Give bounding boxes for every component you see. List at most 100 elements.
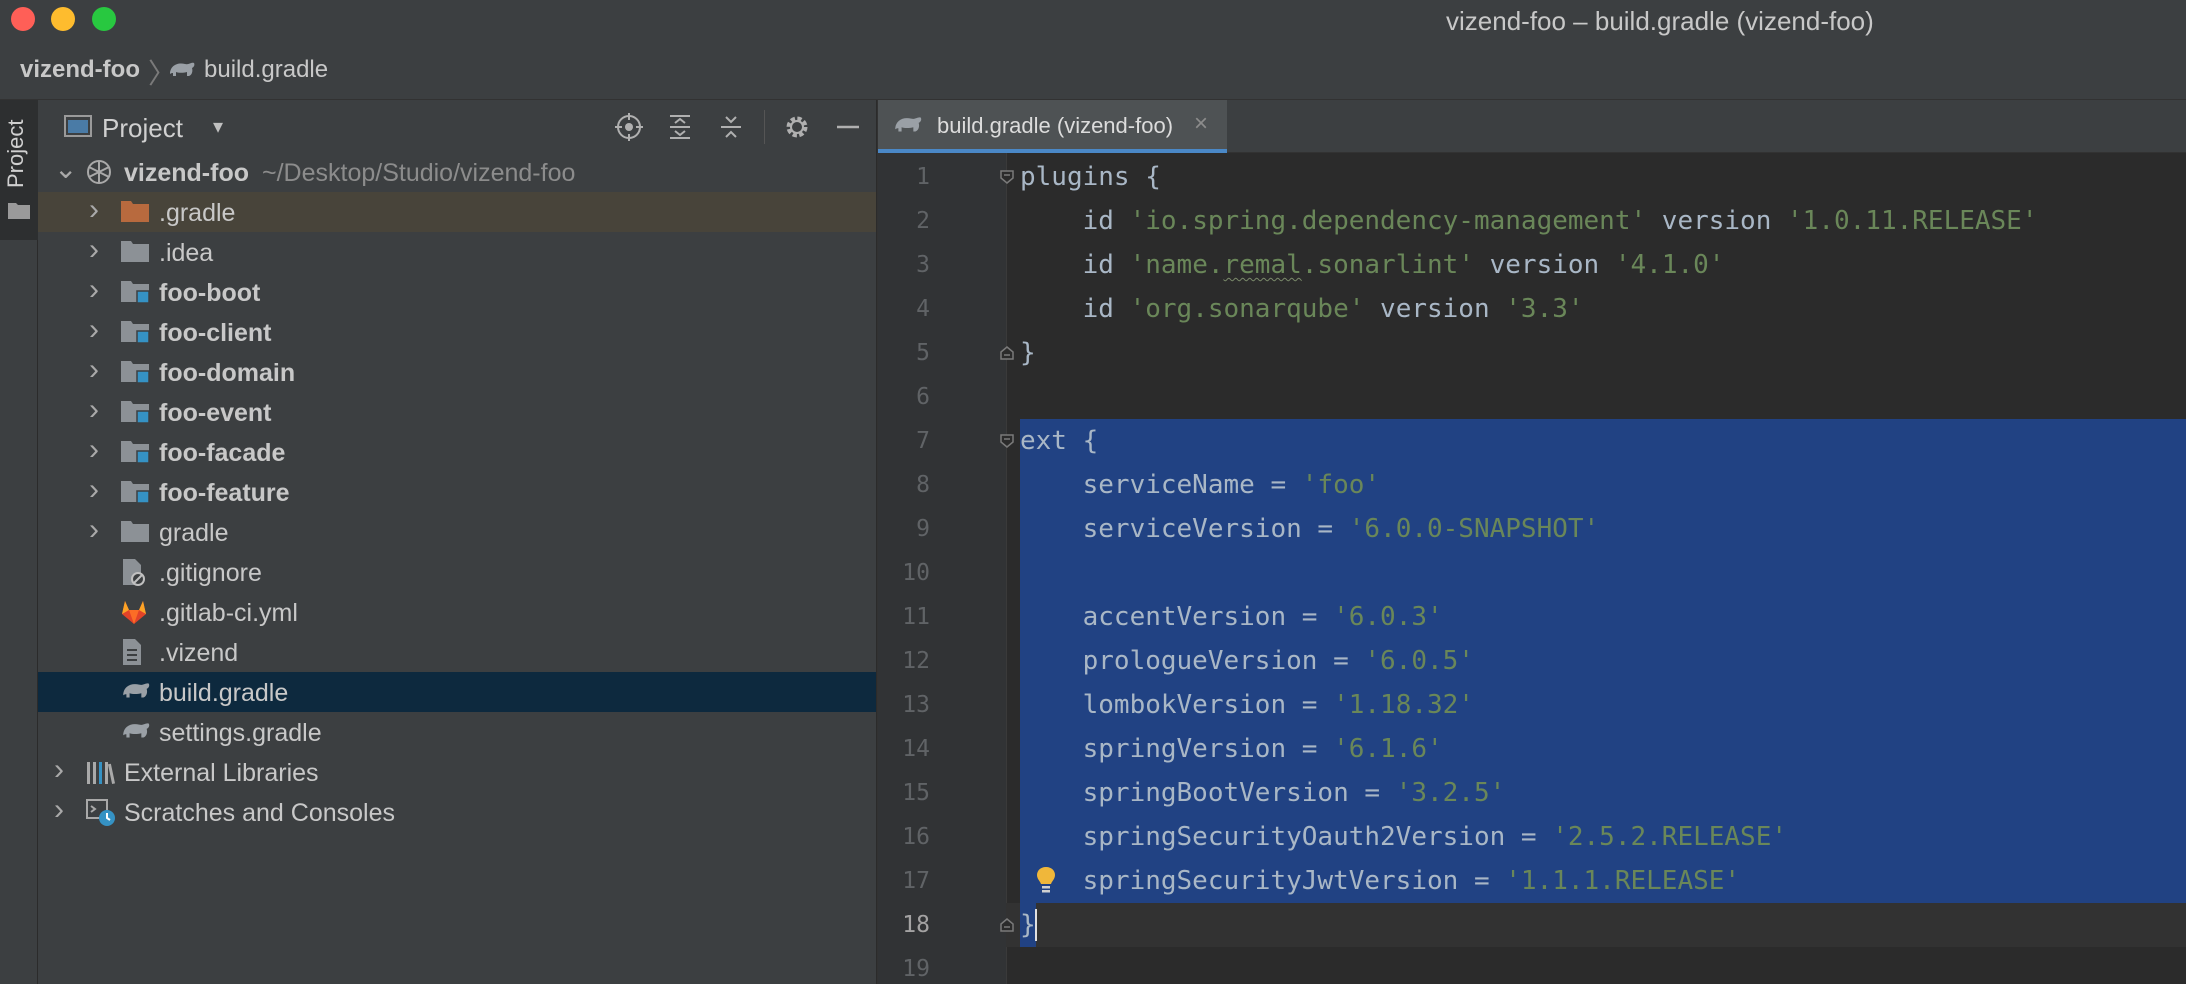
line-number: 9 [916,516,930,542]
code-line: prologueVersion = '6.0.5' [1020,639,1474,683]
code-token: version [1646,206,1788,236]
collapse-all-icon[interactable] [714,110,748,144]
line-number: 2 [916,208,930,234]
expand-all-icon[interactable] [663,110,697,144]
chevron-right-icon[interactable]: › [89,193,99,227]
minimize-window-button[interactable] [51,7,75,31]
folder-icon [120,238,150,269]
chevron-right-icon[interactable]: › [89,513,99,547]
chevron-right-icon[interactable]: › [89,433,99,467]
string-literal: 'foo' [1301,470,1381,500]
tree-item-foo-domain[interactable]: › foo-domain [38,352,876,392]
code-line: lombokVersion = '1.18.32' [1020,683,1474,727]
tree-item-label: foo-feature [159,479,290,507]
code-token: springBootVersion = [1020,778,1396,808]
close-window-button[interactable] [11,7,35,31]
chevron-right-icon[interactable]: › [89,313,99,347]
line-number: 6 [916,384,930,410]
tree-item-scratches-and-consoles[interactable]: › Scratches and Consoles [38,792,876,832]
code-editor[interactable]: plugins { id 'io.spring.dependency-manag… [1006,153,2186,984]
editor-tab-build-gradle[interactable]: build.gradle (vizend-foo) × [878,100,1227,153]
line-number: 19 [902,956,930,982]
line-number: 10 [902,560,930,586]
breadcrumb-project[interactable]: vizend-foo [20,56,140,84]
tree-item-gradle[interactable]: › gradle [38,512,876,552]
module-root-icon [85,158,113,191]
tree-item-build-gradle[interactable]: build.gradle [38,672,876,712]
string-literal: '6.0.5' [1364,646,1474,676]
zoom-window-button[interactable] [92,7,116,31]
project-view-selector[interactable]: Project [102,113,183,144]
code-line: serviceVersion = '6.0.0-SNAPSHOT' [1020,507,1600,551]
tree-item-label: .gradle [159,199,236,227]
tree-item-gitlab-ci-yml[interactable]: .gitlab-ci.yml [38,592,876,632]
chevron-right-icon[interactable]: › [89,393,99,427]
code-line: ext { [1020,419,1098,463]
chevron-right-icon[interactable]: › [89,353,99,387]
tree-item-gitignore[interactable]: .gitignore [38,552,876,592]
lightbulb-icon[interactable] [1035,865,1057,900]
fold-start-icon[interactable] [999,433,1015,449]
code-line: springVersion = '6.1.6' [1020,727,1443,771]
project-tool-tab[interactable]: Project [0,100,38,240]
tree-item-vizend-foo[interactable]: ⌄ vizend-foo ~/Desktop/Studio/vizend-foo [38,152,876,192]
tree-item-gradle[interactable]: › .gradle [38,192,876,232]
chevron-down-icon[interactable]: ▾ [213,114,223,139]
breadcrumb-file[interactable]: build.gradle [204,56,328,84]
selection-highlight [1020,419,2186,463]
code-line: id 'name.remal.sonarlint' version '4.1.0… [1020,243,1725,287]
tree-item-foo-client[interactable]: › foo-client [38,312,876,352]
breadcrumb: vizend-foo 〉 build.gradle [0,38,2186,100]
line-number: 1 [916,164,930,190]
close-icon[interactable]: × [1194,110,1208,138]
module-folder-icon [120,318,150,349]
window-title: vizend-foo – build.gradle (vizend-foo) [1446,6,1874,36]
tree-item-label: .gitlab-ci.yml [159,599,298,627]
line-number: 5 [916,340,930,366]
code-token: prologueVersion = [1020,646,1365,676]
fold-start-icon[interactable] [999,169,1015,185]
gradle-icon [120,678,152,707]
gitlab-icon [120,598,148,631]
line-number: 15 [902,780,930,806]
code-token: id [1020,294,1130,324]
project-view-icon [64,114,92,143]
minimize-icon[interactable] [831,110,865,144]
tree-item-external-libraries[interactable]: › External Libraries [38,752,876,792]
header-divider [764,110,765,144]
tree-item-vizend[interactable]: .vizend [38,632,876,672]
chevron-right-icon[interactable]: › [54,793,64,827]
code-line: accentVersion = '6.0.3' [1020,595,1443,639]
code-line: } [1020,331,1036,375]
chevron-right-icon[interactable]: › [89,233,99,267]
locate-icon[interactable] [612,110,646,144]
code-token: accentVersion = [1020,602,1334,632]
line-number: 18 [902,912,930,938]
tree-item-foo-feature[interactable]: › foo-feature [38,472,876,512]
tree-item-foo-facade[interactable]: › foo-facade [38,432,876,472]
tree-item-label: .idea [159,239,214,267]
code-token: serviceVersion = [1020,514,1349,544]
code-token: id [1020,250,1130,280]
project-panel: Project ▾ ⌄ vizend-foo ~/Desktop/Studio/vi… [38,100,876,984]
chevron-right-icon[interactable]: › [54,753,64,787]
line-number: 11 [902,604,930,630]
tree-item-settings-gradle[interactable]: settings.gradle [38,712,876,752]
text-file-icon [120,638,144,671]
folder-orange-icon [120,198,150,229]
tree-item-foo-event[interactable]: › foo-event [38,392,876,432]
fold-end-icon[interactable] [999,917,1015,933]
string-literal: '6.0.3' [1333,602,1443,632]
tree-item-idea[interactable]: › .idea [38,232,876,272]
tree-item-foo-boot[interactable]: › foo-boot [38,272,876,312]
gradle-icon [120,718,152,747]
code-line: id 'io.spring.dependency-management' ver… [1020,199,2038,243]
string-literal: '4.1.0' [1614,250,1725,280]
project-tool-label: Project [3,119,28,188]
chevron-right-icon[interactable]: › [89,473,99,507]
fold-end-icon[interactable] [999,345,1015,361]
gear-icon[interactable] [780,110,814,144]
chevron-right-icon[interactable]: › [89,273,99,307]
chevron-down-icon[interactable]: ⌄ [54,152,77,185]
scratches-icon [85,798,117,833]
